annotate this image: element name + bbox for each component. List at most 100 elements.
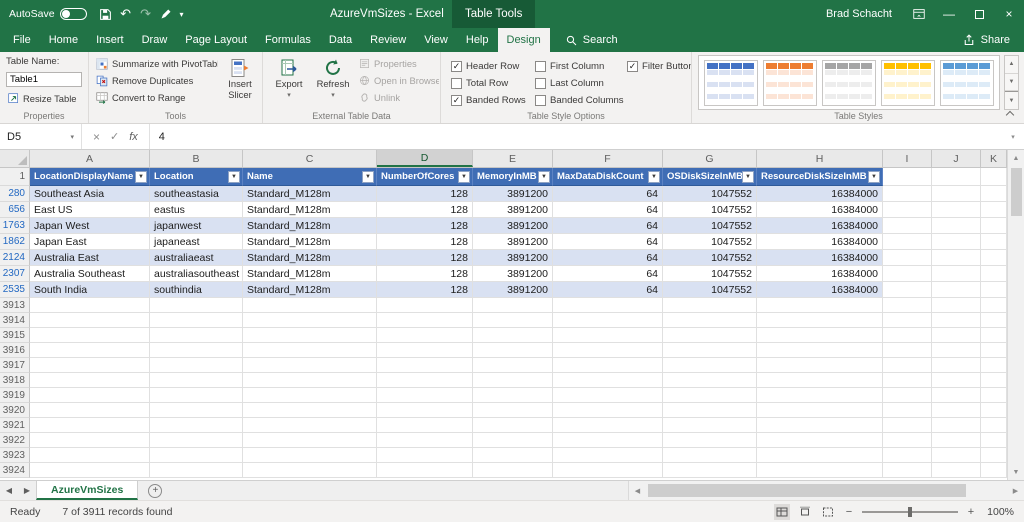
cell-B3924[interactable] bbox=[150, 463, 243, 478]
ink-pen-button[interactable] bbox=[156, 2, 176, 26]
row-header-2124[interactable]: 2124 bbox=[0, 250, 30, 266]
cell-D656[interactable]: 128 bbox=[377, 202, 473, 218]
cell-G1763[interactable]: 1047552 bbox=[663, 218, 757, 234]
cell-H3913[interactable] bbox=[757, 298, 883, 313]
cell-G3919[interactable] bbox=[663, 388, 757, 403]
cell-F3917[interactable] bbox=[553, 358, 663, 373]
zoom-slider-knob[interactable] bbox=[908, 506, 912, 517]
cell-G3913[interactable] bbox=[663, 298, 757, 313]
cell-G2124[interactable]: 1047552 bbox=[663, 250, 757, 266]
cell-B3915[interactable] bbox=[150, 328, 243, 343]
column-header-J[interactable]: J bbox=[932, 150, 981, 167]
cell-D3919[interactable] bbox=[377, 388, 473, 403]
cell-E3924[interactable] bbox=[473, 463, 553, 478]
style-gallery-more-button[interactable]: ▼ bbox=[1005, 91, 1018, 109]
cell-K3916[interactable] bbox=[981, 343, 1007, 358]
table-style-swatch-gray[interactable] bbox=[822, 59, 876, 106]
cell-K1862[interactable] bbox=[981, 234, 1007, 250]
cell-A2307[interactable]: Australia Southeast bbox=[30, 266, 150, 282]
cell-C3924[interactable] bbox=[243, 463, 377, 478]
cell-H280[interactable]: 16384000 bbox=[757, 186, 883, 202]
cell-B2535[interactable]: southindia bbox=[150, 282, 243, 298]
cell-A280[interactable]: Southeast Asia bbox=[30, 186, 150, 202]
cell-E3915[interactable] bbox=[473, 328, 553, 343]
cell-J2535[interactable] bbox=[932, 282, 981, 298]
zoom-out-button[interactable]: − bbox=[843, 506, 855, 518]
cell-F280[interactable]: 64 bbox=[553, 186, 663, 202]
cell-C3917[interactable] bbox=[243, 358, 377, 373]
cell-H3924[interactable] bbox=[757, 463, 883, 478]
horizontal-scrollbar[interactable]: ◀ ▶ bbox=[628, 481, 1024, 500]
cell-I1763[interactable] bbox=[883, 218, 932, 234]
cell-H3918[interactable] bbox=[757, 373, 883, 388]
cell-F3915[interactable] bbox=[553, 328, 663, 343]
cell-D3921[interactable] bbox=[377, 418, 473, 433]
checkbox-total-row[interactable]: Total Row bbox=[451, 78, 535, 89]
cell-G3915[interactable] bbox=[663, 328, 757, 343]
cell-A3917[interactable] bbox=[30, 358, 150, 373]
cell-I3917[interactable] bbox=[883, 358, 932, 373]
column-header-H[interactable]: H bbox=[757, 150, 883, 167]
cell-K656[interactable] bbox=[981, 202, 1007, 218]
cell-B2124[interactable]: australiaeast bbox=[150, 250, 243, 266]
cell-I280[interactable] bbox=[883, 186, 932, 202]
cell-B656[interactable]: eastus bbox=[150, 202, 243, 218]
cell-K2535[interactable] bbox=[981, 282, 1007, 298]
cell-A3920[interactable] bbox=[30, 403, 150, 418]
cell-C656[interactable]: Standard_M128m bbox=[243, 202, 377, 218]
cell-A1862[interactable]: Japan East bbox=[30, 234, 150, 250]
cell-E3914[interactable] bbox=[473, 313, 553, 328]
sheet-nav-right[interactable]: ▶ bbox=[18, 481, 36, 500]
cell-A3914[interactable] bbox=[30, 313, 150, 328]
ribbon-tab-file[interactable]: File bbox=[4, 28, 40, 52]
cell-A2124[interactable]: Australia East bbox=[30, 250, 150, 266]
cell-F3921[interactable] bbox=[553, 418, 663, 433]
cell-C1763[interactable]: Standard_M128m bbox=[243, 218, 377, 234]
cell-D3922[interactable] bbox=[377, 433, 473, 448]
cell-E1763[interactable]: 3891200 bbox=[473, 218, 553, 234]
row-header-3914[interactable]: 3914 bbox=[0, 313, 30, 328]
row-header-3913[interactable]: 3913 bbox=[0, 298, 30, 313]
cell-H3917[interactable] bbox=[757, 358, 883, 373]
cell-C3921[interactable] bbox=[243, 418, 377, 433]
cell-J3924[interactable] bbox=[932, 463, 981, 478]
cell-D3923[interactable] bbox=[377, 448, 473, 463]
cell-G2535[interactable]: 1047552 bbox=[663, 282, 757, 298]
cell-F1862[interactable]: 64 bbox=[553, 234, 663, 250]
cell-K3917[interactable] bbox=[981, 358, 1007, 373]
cell-J3916[interactable] bbox=[932, 343, 981, 358]
cell-J3913[interactable] bbox=[932, 298, 981, 313]
cell-A1763[interactable]: Japan West bbox=[30, 218, 150, 234]
cell-G656[interactable]: 1047552 bbox=[663, 202, 757, 218]
cell-G280[interactable]: 1047552 bbox=[663, 186, 757, 202]
table-style-swatch-yellow[interactable] bbox=[881, 59, 935, 106]
cell-D3913[interactable] bbox=[377, 298, 473, 313]
ribbon-tab-help[interactable]: Help bbox=[457, 28, 498, 52]
filter-button-MaxDataDiskCount[interactable]: ▼ bbox=[648, 170, 660, 183]
cell-I3916[interactable] bbox=[883, 343, 932, 358]
cell-B3923[interactable] bbox=[150, 448, 243, 463]
cell-J3923[interactable] bbox=[932, 448, 981, 463]
cell-A3918[interactable] bbox=[30, 373, 150, 388]
cell-D3918[interactable] bbox=[377, 373, 473, 388]
cell-A3915[interactable] bbox=[30, 328, 150, 343]
open-in-browser-button[interactable]: Open in Browser bbox=[357, 72, 439, 89]
cell-B3922[interactable] bbox=[150, 433, 243, 448]
cell-C3915[interactable] bbox=[243, 328, 377, 343]
cell-I3913[interactable] bbox=[883, 298, 932, 313]
cell-E656[interactable]: 3891200 bbox=[473, 202, 553, 218]
cell-K2307[interactable] bbox=[981, 266, 1007, 282]
hscroll-track[interactable] bbox=[646, 481, 1007, 500]
cell-E2535[interactable]: 3891200 bbox=[473, 282, 553, 298]
cell-A3919[interactable] bbox=[30, 388, 150, 403]
header-cell-ResourceDiskSizeInMB[interactable]: ResourceDiskSizeInMB ▼ bbox=[757, 168, 883, 186]
table-name-input[interactable] bbox=[6, 72, 82, 87]
cell-B3916[interactable] bbox=[150, 343, 243, 358]
name-box-dropdown-icon[interactable]: ▾ bbox=[70, 133, 74, 141]
cell-C2124[interactable]: Standard_M128m bbox=[243, 250, 377, 266]
cell-E280[interactable]: 3891200 bbox=[473, 186, 553, 202]
cell-D2307[interactable]: 128 bbox=[377, 266, 473, 282]
sheet-nav-left[interactable]: ◀ bbox=[0, 481, 18, 500]
cell-B3919[interactable] bbox=[150, 388, 243, 403]
cell-K280[interactable] bbox=[981, 186, 1007, 202]
